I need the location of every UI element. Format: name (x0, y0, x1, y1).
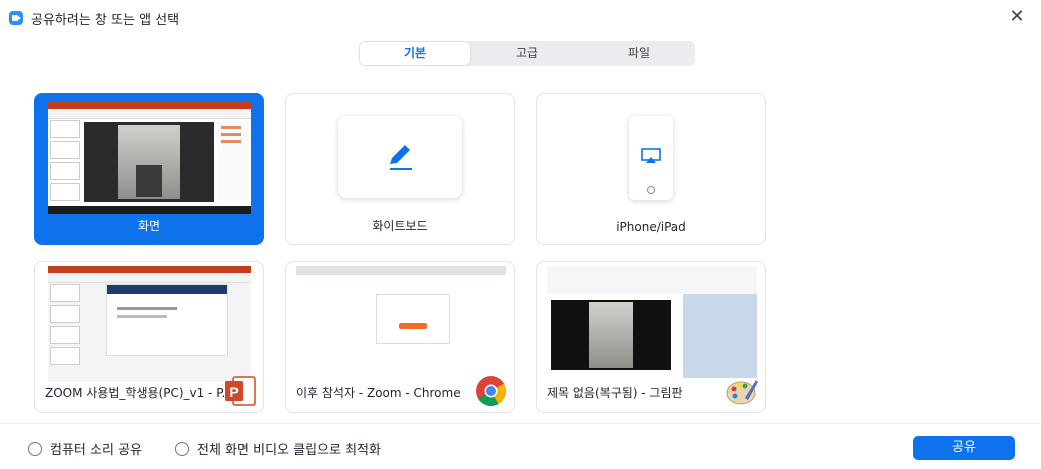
paint-thumbnail (547, 266, 757, 378)
footer-divider (0, 423, 1041, 424)
share-option-label: iPhone/iPad (616, 220, 686, 234)
optimize-video-checkbox[interactable] (175, 441, 189, 456)
whiteboard-thumbnail (338, 116, 462, 198)
share-option-screen[interactable]: 화면 (34, 93, 264, 245)
zoom-app-icon (9, 11, 23, 25)
title-bar: 공유하려는 창 또는 앱 선택 ✕ (0, 0, 1041, 36)
tab-advanced[interactable]: 고급 (472, 42, 582, 65)
chrome-icon (476, 376, 507, 407)
powerpoint-icon: P (225, 376, 256, 406)
window-title: 공유하려는 창 또는 앱 선택 (31, 13, 180, 28)
window-label: ZOOM 사용법_학생용(PC)_v1 - P... (45, 386, 234, 400)
share-option-chrome-window[interactable]: 이후 참석자 - Zoom - Chrome (285, 261, 515, 413)
screen-thumbnail (48, 102, 251, 214)
share-option-paint-window[interactable]: 제목 없음(복구됨) - 그림판 (536, 261, 766, 413)
share-option-label: 화이트보드 (372, 219, 428, 233)
close-button[interactable]: ✕ (1007, 7, 1027, 27)
share-sound-checkbox[interactable] (28, 441, 42, 456)
share-mode-tabs: 기본 고급 파일 (359, 41, 695, 66)
powerpoint-thumbnail (48, 266, 251, 382)
window-label: 제목 없음(복구됨) - 그림판 (547, 386, 683, 400)
svg-text:P: P (229, 384, 238, 400)
chrome-thumbnail (296, 266, 506, 378)
pencil-icon (390, 145, 412, 170)
share-sound-label: 컴퓨터 소리 공유 (50, 443, 142, 458)
share-option-label: 화면 (137, 219, 161, 233)
share-option-powerpoint-window[interactable]: ZOOM 사용법_학생용(PC)_v1 - P... P (34, 261, 264, 413)
share-sound-option[interactable]: 컴퓨터 소리 공유 (28, 439, 142, 458)
optimize-video-label: 전체 화면 비디오 클립으로 최적화 (197, 443, 381, 458)
optimize-video-option[interactable]: 전체 화면 비디오 클립으로 최적화 (175, 439, 381, 458)
share-option-iphone-ipad[interactable]: iPhone/iPad (536, 93, 766, 245)
share-option-whiteboard[interactable]: 화이트보드 (285, 93, 515, 245)
tab-basic[interactable]: 기본 (360, 42, 470, 65)
airplay-icon (641, 148, 661, 163)
tab-files[interactable]: 파일 (584, 42, 694, 65)
window-label: 이후 참석자 - Zoom - Chrome (296, 386, 461, 400)
share-button[interactable]: 공유 (913, 436, 1015, 460)
paint-icon (726, 380, 758, 405)
phone-thumbnail (629, 116, 673, 200)
